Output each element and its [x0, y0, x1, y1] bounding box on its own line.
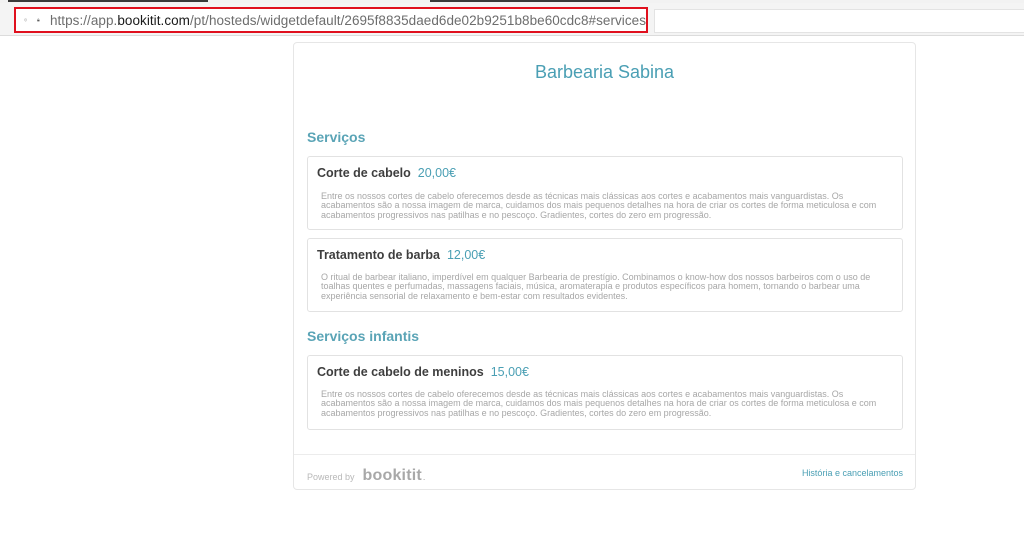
service-header: Corte de cabelo 20,00€: [317, 166, 456, 180]
business-name: Barbearia Sabina: [534, 62, 675, 82]
toolbar-empty-area: [654, 9, 1024, 33]
tab-indicator: [430, 0, 620, 2]
service-description: O ritual de barbear italiano, imperdível…: [321, 272, 871, 301]
shield-icon[interactable]: [24, 13, 27, 27]
service-card-corte-de-cabelo-de-meninos[interactable]: Corte de cabelo de meninos 15,00€ Entre o…: [307, 355, 903, 430]
url-domain: bookitit.com: [117, 12, 190, 28]
bookitit-logo: bookitit: [362, 467, 422, 484]
url-path: /pt/hosteds/widgetdefault/2695f8835daed6…: [189, 12, 646, 28]
service-card-tratamento-de-barba[interactable]: Tratamento de barba 12,00€ O ritual de ba…: [307, 238, 903, 312]
service-price: 15,00€: [490, 365, 529, 379]
url-text[interactable]: https://app.bookitit.com/pt/hosteds/widg…: [50, 13, 646, 28]
lock-icon[interactable]: [37, 13, 40, 27]
booking-widget: Barbearia Sabina Serviços Corte de cabel…: [293, 42, 916, 490]
section-title-servicos: Serviços: [307, 129, 366, 145]
service-card-corte-de-cabelo[interactable]: Corte de cabelo 20,00€ Entre os nossos co…: [307, 156, 903, 230]
bookitit-logo-suffix: .: [422, 472, 426, 482]
service-name: Corte de cabelo de meninos: [317, 365, 484, 379]
tab-indicator: [8, 0, 208, 2]
service-name: Tratamento de barba: [317, 248, 440, 262]
service-name: Corte de cabelo: [317, 166, 411, 180]
url-prefix: https://app.: [49, 12, 118, 28]
service-description: Entre os nossos cortes de cabelo oferece…: [321, 191, 877, 220]
service-header: Corte de cabelo de meninos 15,00€: [317, 365, 529, 379]
powered-by-label: Powered by: [307, 472, 355, 482]
service-header: Tratamento de barba 12,00€: [317, 248, 485, 262]
browser-toolbar: https://app.bookitit.com/pt/hosteds/widg…: [0, 3, 1024, 36]
section-title-servicos-infantis: Serviços infantis: [307, 328, 420, 344]
widget-footer: Powered by bookitit . História e cancela…: [294, 454, 915, 491]
service-description: Entre os nossos cortes de cabelo oferece…: [321, 389, 877, 418]
powered-by[interactable]: Powered by bookitit .: [307, 467, 425, 485]
address-bar[interactable]: https://app.bookitit.com/pt/hosteds/widg…: [14, 7, 648, 33]
history-cancellations-link[interactable]: História e cancelamentos: [802, 468, 903, 478]
service-price: 20,00€: [417, 166, 457, 180]
service-price: 12,00€: [446, 248, 486, 262]
